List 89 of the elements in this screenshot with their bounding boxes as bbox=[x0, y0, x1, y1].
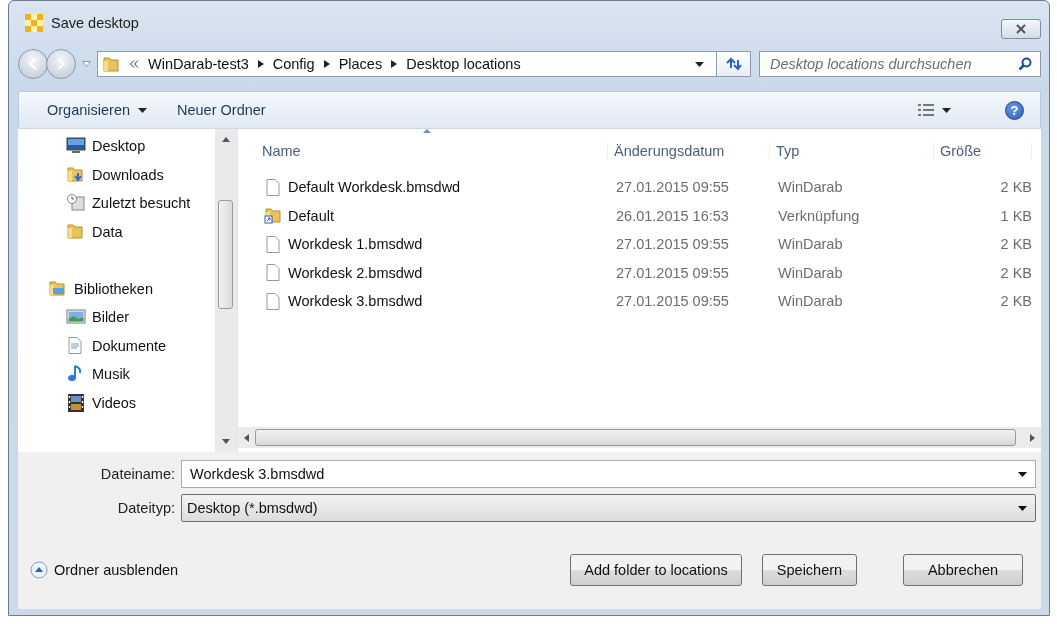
column-header[interactable]: Änderungsdatum bbox=[608, 143, 770, 159]
filetype-dropdown[interactable]: Desktop (*.bmsdwd) bbox=[181, 494, 1036, 522]
nav-item[interactable]: Dokumente bbox=[18, 331, 215, 361]
window-title: Save desktop bbox=[51, 15, 139, 31]
caret-icon bbox=[942, 107, 951, 113]
document-icon bbox=[264, 291, 282, 311]
organize-menu-button[interactable]: Organisieren bbox=[35, 98, 159, 122]
caret-icon bbox=[1018, 471, 1027, 477]
table-cell-text: WinDarab bbox=[777, 264, 844, 281]
table-cell-text: WinDarab bbox=[777, 293, 844, 310]
file-name[interactable]: Workdesk 1.bmsdwd bbox=[238, 234, 608, 254]
search-field[interactable]: Desktop locations durchsuchen bbox=[759, 51, 1041, 77]
double-chevron-icon bbox=[129, 60, 139, 68]
new-folder-button[interactable]: Neuer Ordner bbox=[165, 98, 278, 122]
nav-item[interactable]: Bibliotheken bbox=[18, 274, 215, 303]
caret-icon bbox=[1018, 505, 1027, 511]
table-cell-text: 2 KB bbox=[999, 264, 1032, 281]
table-cell-text: 26.01.2015 16:53 bbox=[615, 207, 730, 224]
close-icon bbox=[1016, 24, 1026, 34]
close-button[interactable] bbox=[1001, 19, 1041, 39]
table-cell-text: Verknüpfung bbox=[777, 207, 861, 224]
table-cell-text: 27.01.2015 09:55 bbox=[615, 236, 730, 253]
shortcut-folder-icon bbox=[264, 206, 282, 226]
field-label: Dateiname: bbox=[99, 466, 175, 482]
nav-item[interactable]: Bilder bbox=[18, 302, 215, 332]
document-icon bbox=[264, 263, 282, 283]
table-cell-text: 2 KB bbox=[999, 179, 1032, 196]
folder-icon bbox=[102, 55, 120, 73]
caret-icon bbox=[82, 61, 91, 67]
nav-item[interactable]: Videos bbox=[18, 388, 215, 418]
refresh-arrows-icon bbox=[725, 57, 742, 71]
sort-arrow-icon bbox=[423, 129, 431, 133]
horizontal-scrollbar[interactable] bbox=[238, 427, 1041, 448]
file-name[interactable]: Workdesk 3.bmsdwd bbox=[238, 291, 608, 311]
right-arrow-icon bbox=[1030, 433, 1035, 442]
file-name[interactable]: Workdesk 2.bmsdwd bbox=[238, 263, 608, 283]
checkered-app-icon bbox=[25, 14, 43, 32]
arrow-icon bbox=[257, 60, 264, 68]
scrollbar-thumb[interactable] bbox=[255, 429, 1016, 446]
breadcrumb-item[interactable]: WinDarab-test3 bbox=[148, 56, 249, 72]
column-header[interactable]: Typ bbox=[770, 143, 934, 159]
nav-item[interactable]: Data bbox=[18, 217, 215, 247]
table-cell-text: 2 KB bbox=[999, 236, 1032, 253]
list-view-icon bbox=[918, 104, 934, 116]
field-label: Dateityp: bbox=[116, 500, 175, 516]
address-bar[interactable]: WinDarab-test3 Config Places Desktop locations bbox=[97, 51, 717, 77]
folder-download-icon bbox=[66, 164, 86, 185]
caret-icon bbox=[138, 107, 147, 113]
caret-icon bbox=[695, 61, 704, 67]
nav-item[interactable]: Zuletzt besucht bbox=[18, 189, 215, 218]
table-cell-text: 2 KB bbox=[999, 293, 1032, 310]
back-button[interactable] bbox=[18, 49, 48, 79]
search-icon bbox=[1018, 57, 1032, 71]
breadcrumb-item[interactable]: Desktop locations bbox=[406, 56, 521, 72]
table-cell-text: WinDarab bbox=[777, 179, 844, 196]
document-icon bbox=[264, 177, 282, 197]
column-header[interactable]: Name bbox=[238, 143, 608, 159]
dialog-button[interactable]: Add folder to locations bbox=[570, 554, 742, 586]
down-arrow-icon bbox=[221, 439, 230, 444]
nav-item[interactable]: Downloads bbox=[18, 160, 215, 190]
up-arrow-icon bbox=[221, 137, 230, 142]
file-name[interactable]: Default bbox=[238, 206, 608, 226]
nav-item[interactable]: Desktop bbox=[18, 132, 215, 161]
vertical-scrollbar[interactable] bbox=[215, 129, 236, 452]
left-arrow-icon bbox=[244, 433, 249, 442]
file-name[interactable]: Default Workdesk.bmsdwd bbox=[238, 177, 608, 197]
column-header[interactable]: Größe bbox=[934, 143, 1032, 159]
library-folder-icon bbox=[48, 278, 68, 299]
arrow-icon bbox=[391, 60, 398, 68]
film-strip-icon bbox=[66, 393, 86, 414]
filename-field[interactable]: Workdesk 3.bmsdwd bbox=[181, 460, 1036, 488]
forward-button[interactable] bbox=[46, 49, 76, 79]
dialog-button[interactable]: Abbrechen bbox=[903, 554, 1023, 586]
refresh-button[interactable] bbox=[717, 51, 751, 77]
collapse-up-icon bbox=[30, 561, 48, 579]
breadcrumb-item[interactable]: Places bbox=[338, 56, 383, 72]
table-cell-text: 27.01.2015 09:55 bbox=[615, 293, 730, 310]
scrollbar-thumb[interactable] bbox=[218, 200, 233, 309]
clock-document-icon bbox=[66, 193, 86, 214]
table-cell-text: 1 KB bbox=[999, 207, 1032, 224]
document-icon bbox=[264, 234, 282, 254]
table-cell-text: 27.01.2015 09:55 bbox=[615, 264, 730, 281]
dialog-button[interactable]: Speichern bbox=[762, 554, 857, 586]
breadcrumb-item[interactable]: Config bbox=[272, 56, 315, 72]
nav-item[interactable]: Musik bbox=[18, 360, 215, 389]
table-cell-text: WinDarab bbox=[777, 236, 844, 253]
table-cell-text: 27.01.2015 09:55 bbox=[615, 179, 730, 196]
hide-folders-button[interactable]: Ordner ausblenden bbox=[30, 561, 179, 579]
arrow-icon bbox=[323, 60, 330, 68]
